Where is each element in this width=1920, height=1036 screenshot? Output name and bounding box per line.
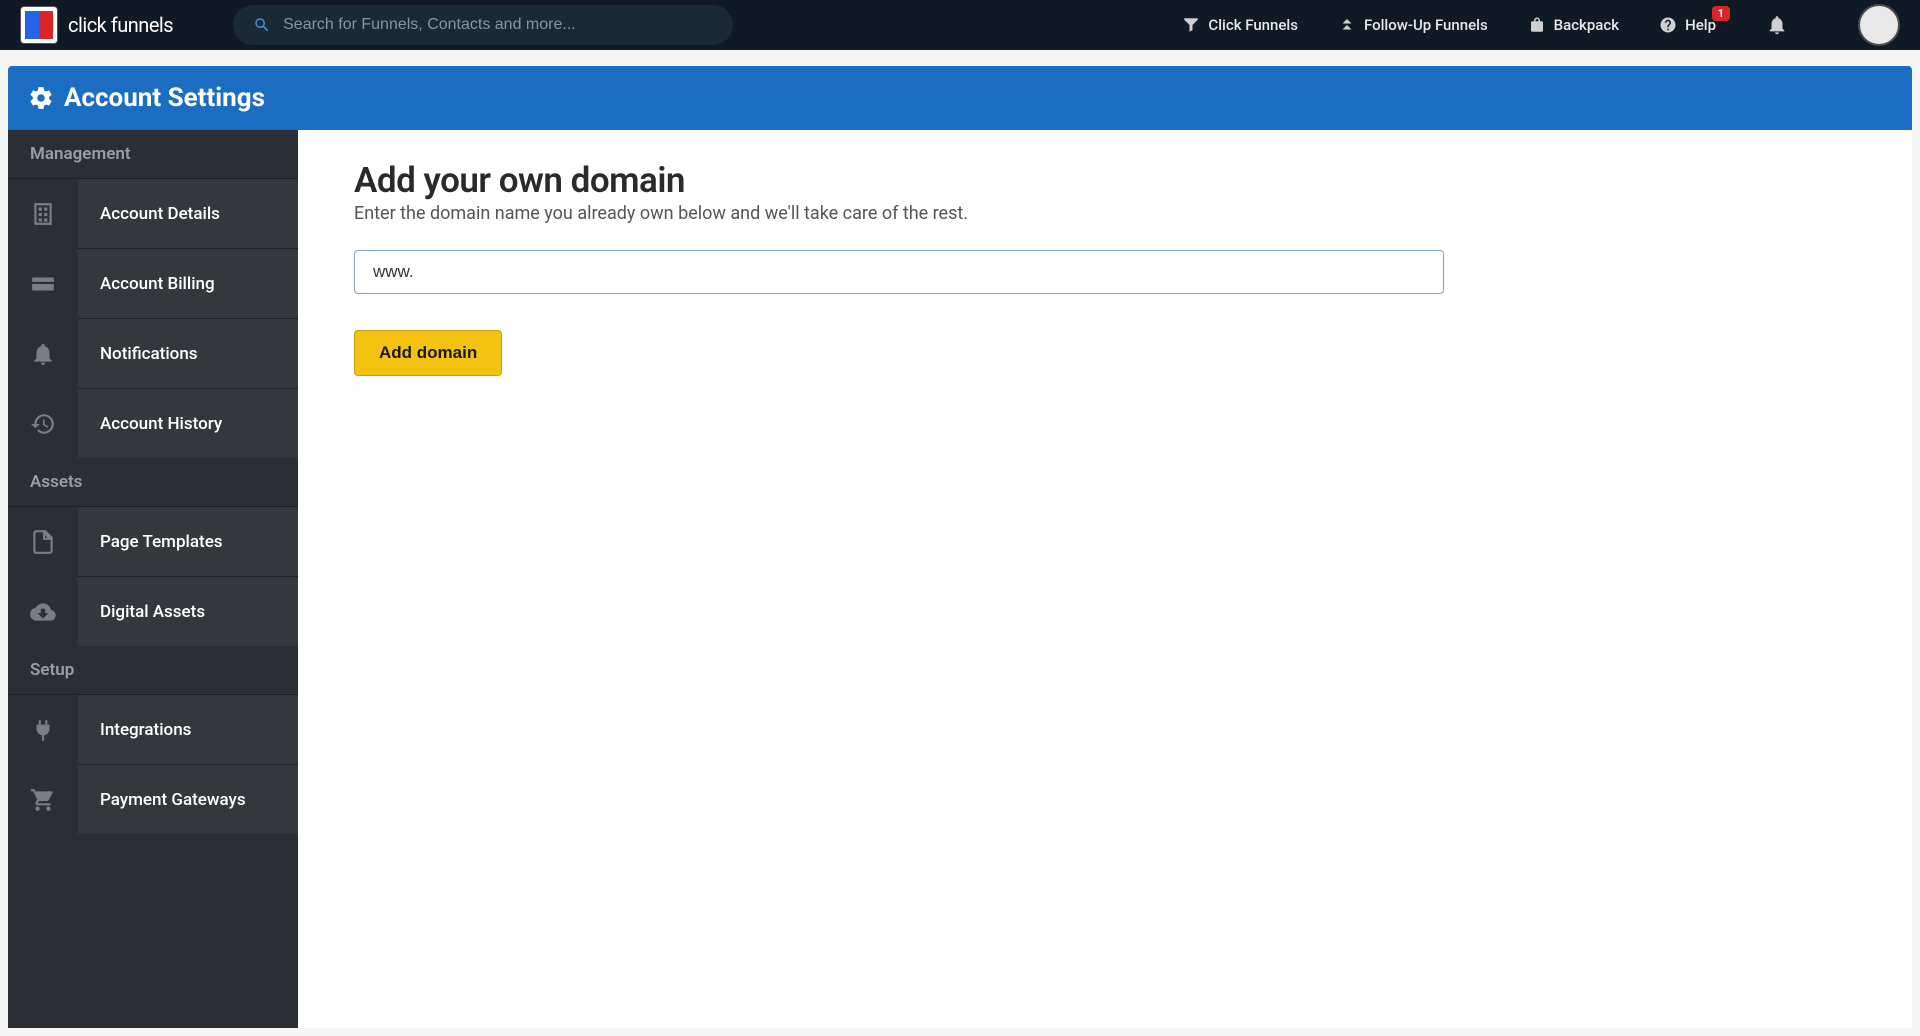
plug-icon: [30, 717, 56, 743]
sidebar-item-payment-gateways[interactable]: Payment Gateways: [8, 764, 298, 834]
sidebar-item-page-templates[interactable]: Page Templates: [8, 506, 298, 576]
document-icon: [30, 529, 56, 555]
page-title: Account Settings: [64, 83, 265, 113]
sidebar-item-label: Digital Assets: [78, 602, 205, 622]
search-icon: [253, 16, 271, 34]
building-icon: [30, 201, 56, 227]
sidebar-section-assets: Assets: [8, 458, 298, 506]
sidebar-section-management: Management: [8, 130, 298, 178]
nav-backpack-label: Backpack: [1554, 16, 1619, 34]
sidebar-item-account-billing[interactable]: Account Billing: [8, 248, 298, 318]
nav-click-funnels-label: Click Funnels: [1208, 16, 1298, 34]
credit-card-icon: [30, 271, 56, 297]
sidebar-item-label: Account Billing: [78, 274, 215, 294]
history-icon: [30, 411, 56, 437]
main-subtitle: Enter the domain name you already own be…: [354, 203, 1856, 224]
domain-input[interactable]: [354, 250, 1444, 294]
bell-icon: [30, 341, 56, 367]
funnel-icon: [1182, 16, 1200, 34]
top-navigation: click funnels Click Funnels Follow-Up Fu…: [0, 0, 1920, 50]
sidebar-item-notifications[interactable]: Notifications: [8, 318, 298, 388]
sidebar-item-digital-assets[interactable]: Digital Assets: [8, 576, 298, 646]
cart-icon: [30, 787, 56, 813]
nav-click-funnels[interactable]: Click Funnels: [1182, 16, 1298, 34]
brand-logo[interactable]: [20, 6, 58, 44]
search-box[interactable]: [233, 5, 733, 45]
sidebar-item-integrations[interactable]: Integrations: [8, 694, 298, 764]
sidebar-item-label: Integrations: [78, 720, 191, 740]
nav-help[interactable]: Help 1: [1659, 16, 1716, 34]
topnav-links: Click Funnels Follow-Up Funnels Backpack…: [1182, 4, 1900, 46]
nav-followup-label: Follow-Up Funnels: [1364, 16, 1488, 34]
nav-help-label: Help: [1685, 16, 1716, 34]
sidebar-item-label: Payment Gateways: [78, 790, 246, 810]
backpack-icon: [1528, 16, 1546, 34]
page-header: Account Settings: [8, 66, 1912, 130]
cloud-download-icon: [30, 599, 56, 625]
notifications-bell-icon[interactable]: [1766, 14, 1788, 36]
sidebar: Management Account Details Account Billi…: [8, 130, 298, 1028]
sidebar-item-account-history[interactable]: Account History: [8, 388, 298, 458]
sidebar-item-label: Account History: [78, 414, 222, 434]
sidebar-item-label: Page Templates: [78, 532, 223, 552]
main-title: Add your own domain: [354, 160, 1856, 201]
user-avatar[interactable]: [1858, 4, 1900, 46]
chevrons-up-icon: [1338, 16, 1356, 34]
sidebar-section-setup: Setup: [8, 646, 298, 694]
sidebar-item-label: Notifications: [78, 344, 198, 364]
nav-followup-funnels[interactable]: Follow-Up Funnels: [1338, 16, 1488, 34]
sidebar-item-account-details[interactable]: Account Details: [8, 178, 298, 248]
main-panel: Add your own domain Enter the domain nam…: [298, 130, 1912, 1028]
nav-backpack[interactable]: Backpack: [1528, 16, 1619, 34]
search-input[interactable]: [283, 16, 713, 34]
settings-gear-icon: [28, 85, 54, 111]
help-badge: 1: [1712, 6, 1730, 21]
sidebar-item-label: Account Details: [78, 204, 220, 224]
help-icon: [1659, 16, 1677, 34]
add-domain-button[interactable]: Add domain: [354, 330, 502, 376]
brand-text: click funnels: [68, 13, 173, 37]
